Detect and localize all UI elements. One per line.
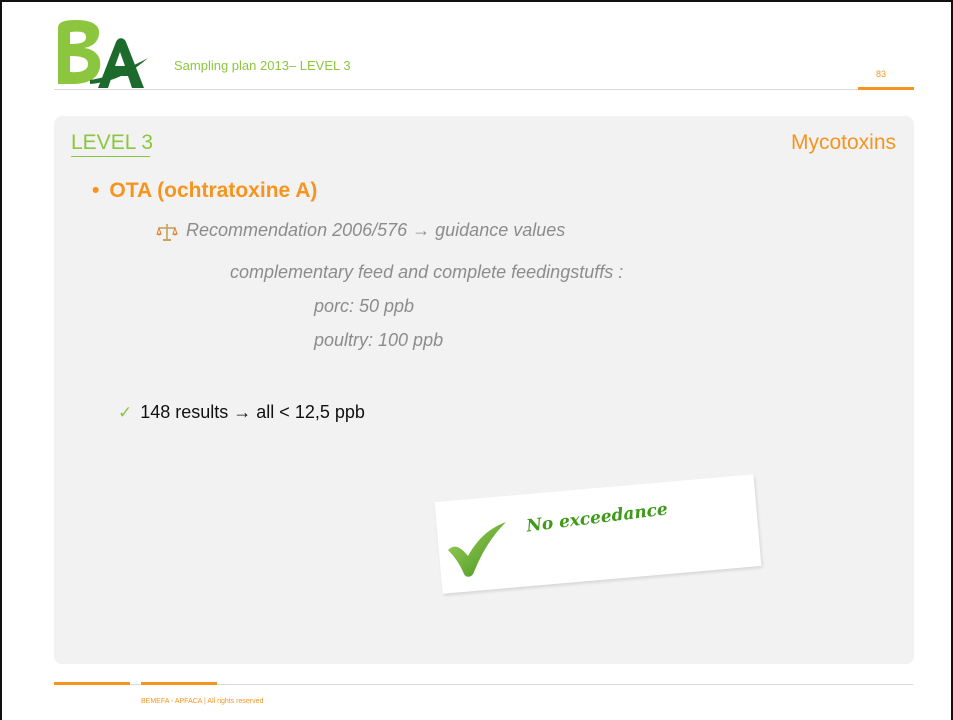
results-line: ✓ 148 results → all < 12,5 ppb (118, 402, 365, 424)
footer-accent-bar-1 (54, 682, 130, 685)
bullet-dot-icon: • (92, 179, 100, 202)
poultry-limit: poultry: 100 ppb (314, 330, 444, 350)
bullet-ota-label: OTA (ochtratoxine A) (109, 179, 318, 202)
footer-copyright: BEMEFA - APFACA | All rights reserved (141, 698, 264, 705)
footer-accent-bar-2 (141, 682, 217, 685)
page-number: 83 (876, 69, 887, 79)
feed-line: complementary feed and complete feedings… (230, 262, 624, 282)
porc-limit: porc: 50 ppb (314, 296, 415, 316)
header-divider (54, 89, 913, 90)
header-accent-bar (858, 87, 914, 90)
checkmark-icon: ✓ (118, 403, 133, 422)
header-title: Sampling plan 2013– LEVEL 3 (174, 58, 351, 73)
big-check-icon (448, 522, 506, 577)
results-text: 148 results → all < 12,5 ppb (140, 402, 365, 422)
bullet-ota: • OTA (ochtratoxine A) (92, 178, 317, 203)
frame-left-border (0, 0, 2, 720)
topic-title: Mycotoxins (790, 131, 896, 154)
frame-top-border (0, 0, 953, 2)
level-title: LEVEL 3 (71, 131, 154, 154)
ba-logo (58, 20, 148, 88)
level-title-underline (71, 156, 150, 157)
scale-icon (156, 224, 178, 241)
recommendation-line: Recommendation 2006/576 → guidance value… (186, 220, 566, 240)
